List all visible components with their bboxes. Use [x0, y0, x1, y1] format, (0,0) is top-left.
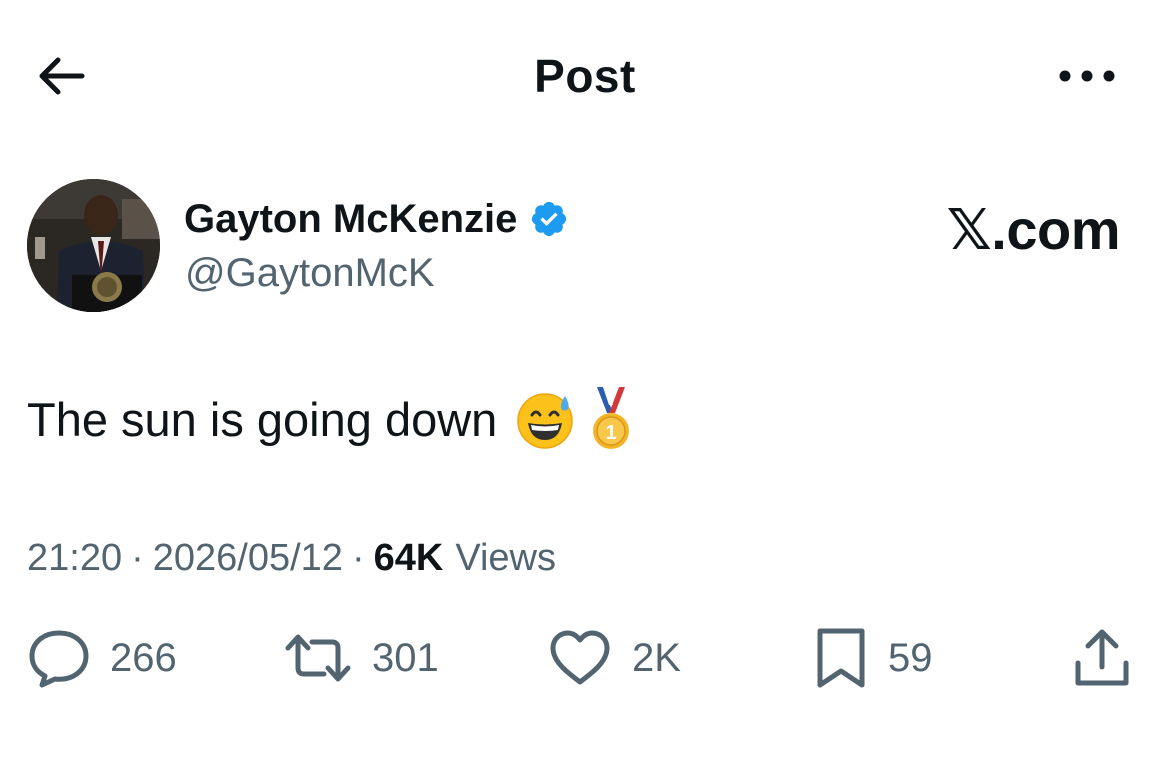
avatar-photo	[27, 179, 160, 312]
back-button[interactable]	[28, 48, 92, 104]
share-button[interactable]	[1070, 625, 1134, 691]
like-button[interactable]: 2K	[548, 625, 681, 691]
grinning-face-with-sweat-emoji	[517, 393, 574, 449]
reply-button[interactable]: 266	[28, 625, 177, 691]
bookmark-count: 59	[888, 636, 933, 680]
meta-separator: ·	[351, 536, 365, 579]
reply-count: 266	[110, 636, 177, 680]
arrow-left-icon	[39, 57, 85, 95]
bookmark-button[interactable]: 59	[814, 625, 933, 691]
heart-icon	[550, 630, 610, 685]
meta-separator: ·	[131, 536, 144, 579]
verified-badge-icon	[532, 201, 567, 237]
post-date: 2026/05/12	[152, 536, 343, 579]
views-count[interactable]: 64K	[374, 537, 444, 580]
more-horizontal-icon	[1059, 70, 1115, 82]
views-label[interactable]: Views	[455, 537, 556, 580]
page-title: Post	[534, 50, 636, 102]
svg-text:1: 1	[606, 422, 617, 444]
author-name-row: Gayton McKenzie	[184, 192, 569, 246]
author-name[interactable]: Gayton McKenzie	[184, 192, 517, 246]
more-options-button[interactable]	[1052, 52, 1122, 100]
like-count: 2K	[632, 636, 681, 680]
repost-icon	[285, 634, 351, 682]
post-meta: 21:20 · 2026/05/12 · 64K Views	[27, 530, 556, 586]
post-time: 21:20	[27, 536, 123, 579]
reply-icon	[29, 630, 89, 688]
post-text: The sun is going down	[27, 393, 498, 446]
repost-button[interactable]: 301	[284, 625, 439, 691]
x-com-watermark: 𝕏.com	[946, 198, 1121, 261]
share-icon	[1075, 629, 1129, 686]
post-body: The sun is going down 1	[27, 387, 633, 452]
avatar[interactable]	[27, 179, 160, 312]
author-handle[interactable]: @GaytonMcK	[185, 246, 435, 300]
first-place-medal-emoji: 1	[593, 387, 630, 449]
repost-count: 301	[372, 636, 439, 680]
bookmark-icon	[817, 628, 865, 688]
